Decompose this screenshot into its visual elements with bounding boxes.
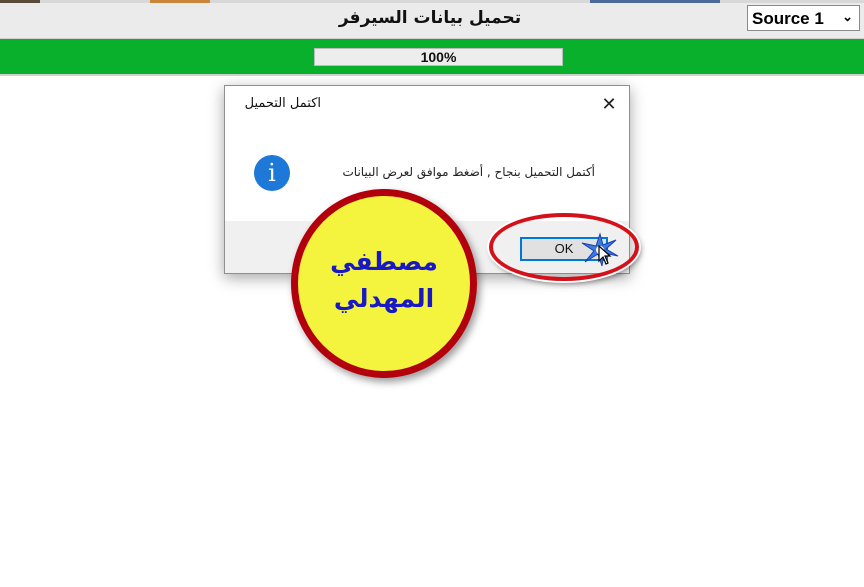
progress-band: 100% xyxy=(0,39,864,76)
dialog-message: أكتمل التحميل بنجاح , أضغط موافق لعرض ال… xyxy=(342,165,596,179)
source-select[interactable]: Source 1 ⌄ xyxy=(747,5,860,31)
progress-bar: 100% xyxy=(314,48,563,66)
mouse-cursor-icon xyxy=(598,245,612,265)
info-icon: i xyxy=(254,155,290,191)
progress-label: 100% xyxy=(420,49,457,65)
chevron-down-icon: ⌄ xyxy=(842,9,853,24)
page-title: تحميل بيانات السيرفر xyxy=(338,8,522,28)
badge-line-2: المهدلي xyxy=(333,284,435,313)
app-header: تحميل بيانات السيرفر Source 1 ⌄ xyxy=(0,3,864,39)
source-select-value: Source 1 xyxy=(752,9,824,28)
dialog-title: اكتمل التحميل xyxy=(244,96,321,111)
close-icon[interactable]: ✕ xyxy=(595,91,623,119)
author-badge: مصطفي المهدلي xyxy=(291,189,477,378)
badge-line-1: مصطفي xyxy=(330,247,438,276)
